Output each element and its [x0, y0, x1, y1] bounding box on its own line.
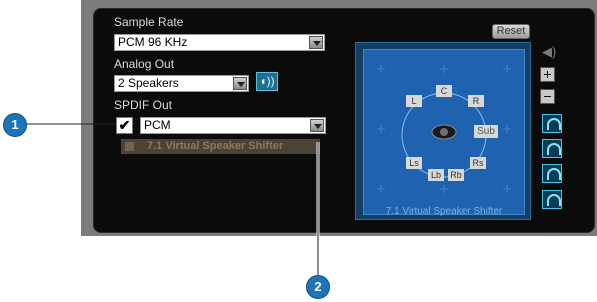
- sample-rate-label: Sample Rate: [114, 15, 184, 29]
- analog-out-value: 2 Speakers: [118, 76, 179, 90]
- speaker-mode-1-icon[interactable]: [542, 114, 562, 133]
- mute-speaker-icon[interactable]: ◀): [542, 44, 556, 60]
- speaker-visualization[interactable]: L C R Sub Ls Rs Lb Rb 7.1 Virtual Speake…: [355, 42, 531, 220]
- reset-button[interactable]: Reset: [492, 24, 530, 39]
- shifter-label: 7.1 Virtual Speaker Shifter: [147, 140, 284, 152]
- analog-out-label: Analog Out: [114, 57, 175, 71]
- spdif-out-value: PCM: [144, 118, 171, 132]
- speaker-l[interactable]: L: [406, 95, 422, 107]
- speaker-sub[interactable]: Sub: [474, 125, 498, 138]
- visual-caption: 7.1 Virtual Speaker Shifter: [385, 206, 503, 217]
- minus-icon[interactable]: [540, 89, 555, 104]
- spdif-out-select[interactable]: PCM: [140, 117, 326, 134]
- speaker-c[interactable]: C: [436, 85, 452, 97]
- speaker-test-icon[interactable]: ◖)): [256, 72, 278, 91]
- plus-icon[interactable]: [540, 67, 555, 82]
- speaker-rb[interactable]: Rb: [448, 169, 464, 181]
- spdif-out-label: SPDIF Out: [114, 98, 173, 112]
- sample-rate-value: PCM 96 KHz: [118, 35, 188, 49]
- callout-2: 2: [306, 275, 330, 299]
- virtual-speaker-shifter-option[interactable]: 7.1 Virtual Speaker Shifter: [121, 139, 320, 154]
- speaker-lb[interactable]: Lb: [428, 169, 444, 181]
- analog-out-select[interactable]: 2 Speakers: [114, 75, 249, 92]
- shifter-checkbox[interactable]: [125, 142, 134, 151]
- speaker-r[interactable]: R: [468, 95, 484, 107]
- speaker-mode-2-icon[interactable]: [542, 139, 562, 158]
- speaker-rs[interactable]: Rs: [470, 157, 486, 169]
- speaker-mode-3-icon[interactable]: [542, 164, 562, 183]
- chevron-down-icon[interactable]: [233, 77, 247, 90]
- chevron-down-icon[interactable]: [309, 36, 323, 49]
- chevron-down-icon[interactable]: [310, 119, 324, 132]
- spdif-checkbox[interactable]: ✔: [116, 117, 133, 134]
- speaker-layout-graphic: [377, 65, 511, 193]
- speaker-ls[interactable]: Ls: [406, 157, 422, 169]
- callout-1: 1: [3, 113, 27, 137]
- speaker-mode-4-icon[interactable]: [542, 190, 562, 209]
- sample-rate-select[interactable]: PCM 96 KHz: [114, 34, 325, 51]
